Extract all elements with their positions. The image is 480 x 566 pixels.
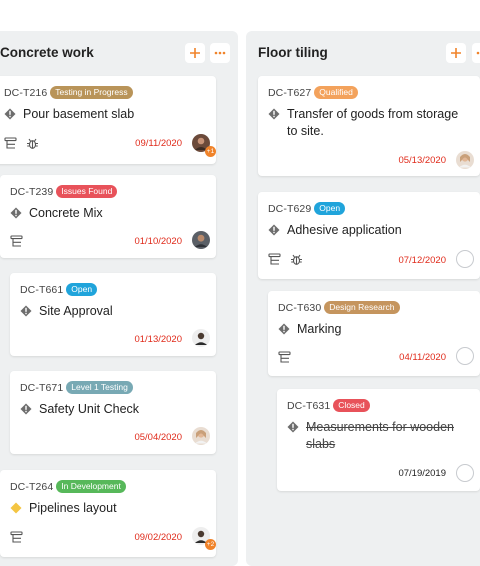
- subtask-list-icon[interactable]: [10, 531, 23, 544]
- due-date: 01/13/2020: [134, 334, 182, 345]
- column-header: Floor tiling: [246, 43, 480, 65]
- assignee-count-badge: +2: [205, 539, 216, 550]
- task-id[interactable]: DC-T216: [4, 87, 47, 99]
- column-floor-tiling: Floor tiling DC-T627 Qualified Transfer …: [246, 31, 480, 566]
- due-date: 01/10/2020: [134, 236, 182, 247]
- column-concrete-work: Concrete work DC-T216 Testing in Progres…: [0, 31, 238, 566]
- priority-icon: [287, 421, 299, 433]
- task-card[interactable]: DC-T264 In Development Pipelines layout …: [0, 470, 216, 557]
- task-id[interactable]: DC-T631: [287, 400, 330, 412]
- priority-icon: [268, 224, 280, 236]
- empty-avatar-icon: [456, 347, 474, 365]
- due-date: 09/02/2020: [134, 532, 182, 543]
- task-card[interactable]: DC-T661 Open Site Approval 01/13/2020: [10, 273, 216, 356]
- due-date: 07/19/2019: [398, 468, 446, 479]
- column-more-button[interactable]: [210, 43, 230, 63]
- column-title: Floor tiling: [258, 45, 328, 60]
- status-badge: Testing in Progress: [50, 86, 133, 99]
- task-title[interactable]: Marking: [297, 321, 341, 338]
- due-date: 04/11/2020: [399, 352, 446, 363]
- priority-icon: [20, 403, 32, 415]
- empty-avatar-icon: [456, 250, 474, 268]
- status-badge: Level 1 Testing: [66, 381, 133, 394]
- subtask-list-icon[interactable]: [278, 351, 291, 364]
- task-id[interactable]: DC-T629: [268, 203, 311, 215]
- plus-icon: [190, 48, 200, 58]
- avatar[interactable]: [456, 250, 474, 268]
- bug-icon[interactable]: [290, 253, 303, 266]
- avatar[interactable]: [456, 464, 474, 482]
- status-badge: Closed: [333, 399, 370, 412]
- ellipsis-icon: [214, 51, 226, 55]
- empty-avatar-icon: [456, 464, 474, 482]
- priority-icon: [4, 108, 16, 120]
- due-date: 05/04/2020: [134, 432, 182, 443]
- task-title[interactable]: Concrete Mix: [29, 205, 103, 222]
- task-card[interactable]: DC-T627 Qualified Transfer of goods from…: [258, 76, 480, 176]
- task-card[interactable]: DC-T216 Testing in Progress Pour basemen…: [0, 76, 216, 164]
- due-date: 09/11/2020: [135, 138, 182, 149]
- task-title[interactable]: Transfer of goods from storage to site.: [287, 106, 472, 140]
- task-title[interactable]: Site Approval: [39, 303, 113, 320]
- status-badge: Open: [314, 202, 346, 215]
- task-card[interactable]: DC-T631 Closed Measurements for wooden s…: [277, 389, 480, 491]
- status-badge: Qualified: [314, 86, 358, 99]
- avatar[interactable]: [192, 427, 210, 445]
- avatar[interactable]: +2: [192, 527, 216, 550]
- priority-icon: [10, 207, 22, 219]
- column-more-button[interactable]: [472, 43, 480, 63]
- add-card-button[interactable]: [185, 43, 205, 63]
- add-card-button[interactable]: [446, 43, 466, 63]
- due-date: 05/13/2020: [398, 155, 446, 166]
- task-id[interactable]: DC-T627: [268, 87, 311, 99]
- task-title[interactable]: Safety Unit Check: [39, 401, 139, 418]
- task-card[interactable]: DC-T671 Level 1 Testing Safety Unit Chec…: [10, 371, 216, 454]
- plus-icon: [451, 48, 461, 58]
- bug-icon[interactable]: [26, 137, 39, 150]
- avatar[interactable]: [192, 231, 210, 249]
- avatar[interactable]: [456, 347, 474, 365]
- status-badge: Issues Found: [56, 185, 118, 198]
- task-title[interactable]: Measurements for wooden slabs: [306, 419, 472, 453]
- task-title[interactable]: Pipelines layout: [29, 500, 117, 517]
- status-badge: Open: [66, 283, 98, 296]
- status-badge: Design Research: [324, 301, 400, 314]
- task-id[interactable]: DC-T264: [10, 481, 53, 493]
- task-title[interactable]: Pour basement slab: [23, 106, 134, 123]
- subtask-list-icon[interactable]: [268, 253, 281, 266]
- avatar[interactable]: +1: [192, 134, 216, 157]
- column-header: Concrete work: [0, 43, 238, 65]
- due-date: 07/12/2020: [398, 255, 446, 266]
- task-title[interactable]: Adhesive application: [287, 222, 402, 239]
- task-card[interactable]: DC-T630 Design Research Marking 04/11/20…: [268, 291, 480, 376]
- task-card[interactable]: DC-T629 Open Adhesive application 07/12/…: [258, 192, 480, 279]
- task-id[interactable]: DC-T630: [278, 302, 321, 314]
- priority-icon: [10, 502, 22, 514]
- task-id[interactable]: DC-T661: [20, 284, 63, 296]
- status-badge: In Development: [56, 480, 126, 493]
- subtask-list-icon[interactable]: [4, 137, 17, 150]
- priority-icon: [20, 305, 32, 317]
- avatar[interactable]: [192, 329, 210, 347]
- priority-icon: [278, 323, 290, 335]
- column-title: Concrete work: [0, 45, 94, 60]
- ellipsis-icon: [476, 51, 480, 55]
- assignee-count-badge: +1: [205, 146, 216, 157]
- avatar[interactable]: [456, 151, 474, 169]
- subtask-list-icon[interactable]: [10, 235, 23, 248]
- task-id[interactable]: DC-T671: [20, 382, 63, 394]
- priority-icon: [268, 108, 280, 120]
- task-id[interactable]: DC-T239: [10, 186, 53, 198]
- task-card[interactable]: DC-T239 Issues Found Concrete Mix 01/10/…: [0, 175, 216, 258]
